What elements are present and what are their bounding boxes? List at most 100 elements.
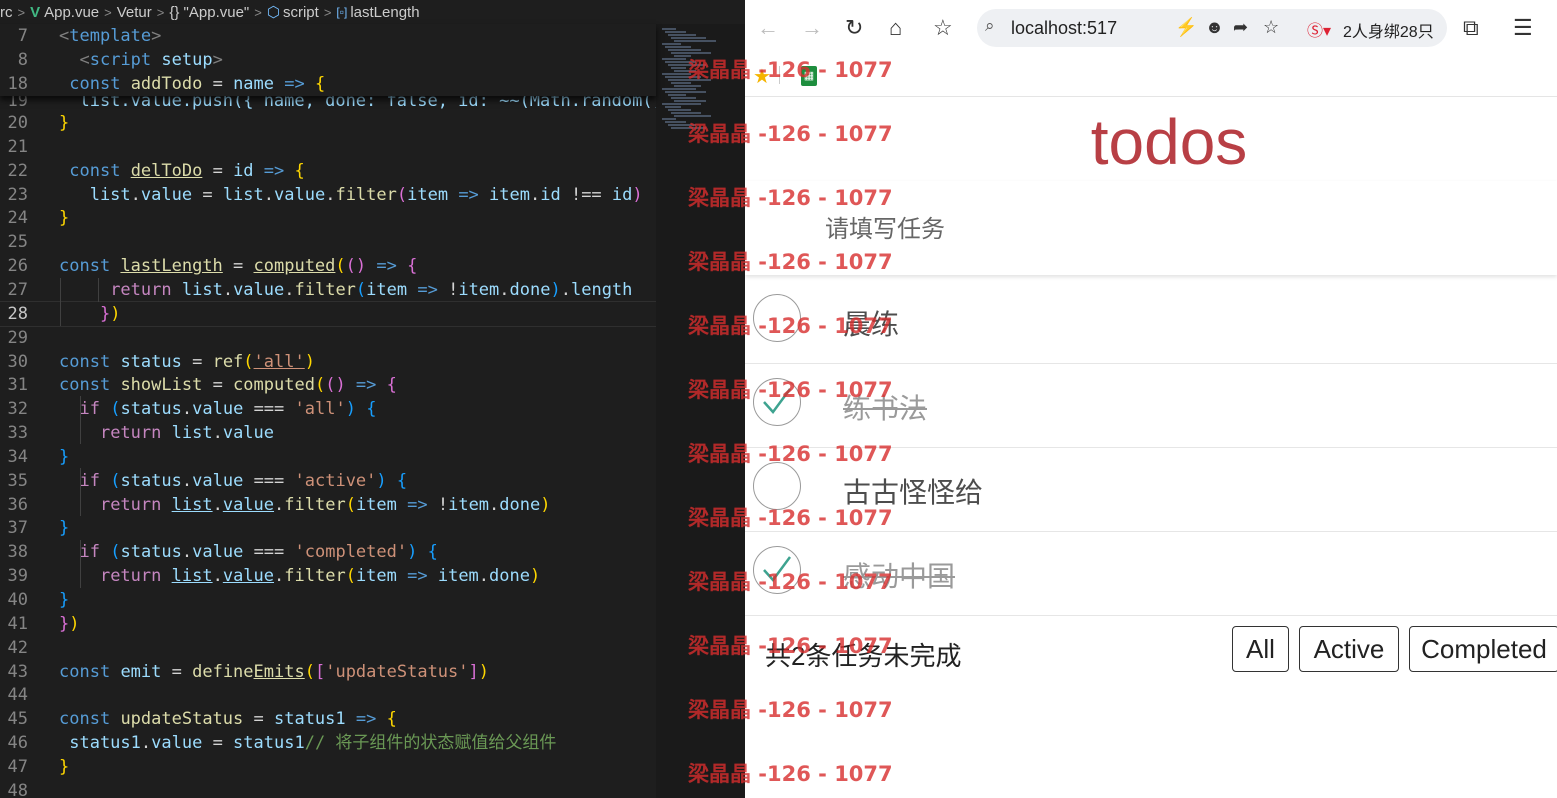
menu-icon[interactable]: ☰	[1513, 14, 1533, 42]
minimap-line	[668, 34, 696, 36]
todo-label[interactable]: 练书法	[843, 387, 927, 427]
code-line[interactable]: 8 <script setup>	[0, 48, 656, 72]
home-icon[interactable]: ⌂	[889, 14, 902, 42]
code-line[interactable]: 23 list.value = list.value.filter(item =…	[0, 183, 656, 207]
code-token: computed	[233, 375, 315, 396]
back-arrow-icon[interactable]: ←	[757, 14, 779, 42]
code-line[interactable]: 42	[0, 636, 656, 660]
code-line[interactable]: 18 const addTodo = name => {	[0, 72, 656, 96]
code-line[interactable]: 25	[0, 230, 656, 254]
breadcrumb-item[interactable]: rc	[0, 4, 13, 21]
todo-checkbox[interactable]	[753, 462, 801, 510]
code-token: =	[161, 661, 193, 682]
code-text: const status = ref('all')	[59, 350, 315, 374]
code-line[interactable]: 38 if (status.value === 'completed') {	[0, 540, 656, 564]
code-editor[interactable]: rc > V App.vue > Vetur > {} "App.vue" > …	[0, 0, 745, 798]
code-token: if	[79, 542, 100, 563]
sheets-icon[interactable]: ▦	[801, 66, 817, 86]
code-token: .	[560, 279, 571, 300]
minimap-line	[671, 127, 706, 129]
code-line[interactable]: 29	[0, 326, 656, 350]
todo-checkbox[interactable]	[753, 378, 801, 426]
code-line[interactable]: 39 return list.value.filter(item => item…	[0, 564, 656, 588]
code-line[interactable]: 35 if (status.value === 'active') {	[0, 469, 656, 493]
code-token: )	[69, 613, 80, 634]
sogou-icon[interactable]: Ⓢ▾	[1307, 17, 1331, 41]
code-token: item	[355, 566, 397, 587]
code-token: (	[325, 375, 336, 396]
filter-active-button[interactable]: Active	[1299, 626, 1399, 672]
puzzle-icon[interactable]: ⧉	[1463, 14, 1479, 42]
bookmark-star-icon[interactable]: ☆	[933, 14, 953, 42]
todo-item[interactable]: 练书法	[745, 363, 1557, 448]
lightning-icon[interactable]: ⚡	[1175, 17, 1197, 38]
minimap-line	[665, 31, 686, 33]
code-line[interactable]: 24}	[0, 206, 656, 230]
line-number: 44	[7, 685, 28, 706]
code-token: .	[222, 279, 234, 300]
code-line[interactable]: 47}	[0, 755, 656, 779]
breadcrumb-item[interactable]: lastLength	[350, 4, 419, 21]
code-line[interactable]: 41})	[0, 612, 656, 636]
code-line[interactable]: 22 const delToDo = id => {	[0, 159, 656, 183]
code-line[interactable]: 44	[0, 683, 656, 707]
code-line[interactable]: 30 const status = ref('all')	[0, 350, 656, 374]
code-line[interactable]: 26 const lastLength = computed(() => {	[0, 254, 656, 278]
todo-label[interactable]: 晨练	[843, 303, 899, 343]
reload-icon[interactable]: ↻	[845, 14, 863, 42]
code-line[interactable]: 36 return list.value.filter(item => !ite…	[0, 493, 656, 517]
todo-checkbox[interactable]	[753, 546, 801, 594]
star-icon[interactable]: ★	[753, 64, 771, 89]
todo-item[interactable]: 古古怪怪给	[745, 447, 1557, 532]
breadcrumb-item[interactable]: Vetur	[117, 4, 152, 21]
breadcrumb-item[interactable]: App.vue	[44, 4, 99, 21]
code-line[interactable]: 31 const showList = computed(() => {	[0, 373, 656, 397]
code-token: emit	[120, 661, 162, 682]
sticky-scroll[interactable]: 7 <template> 8 <script setup> 18 const addT…	[0, 24, 656, 96]
todo-item[interactable]: 晨练	[745, 279, 1557, 364]
minimap-line	[674, 55, 691, 57]
minimap-line	[662, 58, 686, 60]
code-line[interactable]: 40}	[0, 588, 656, 612]
line-number: 37	[7, 518, 28, 539]
todo-label[interactable]: 感动中国	[843, 555, 955, 595]
code-line[interactable]: 34}	[0, 445, 656, 469]
todo-checkbox[interactable]	[753, 294, 801, 342]
code-token: .	[529, 184, 541, 205]
extension-face-icon[interactable]: ☻	[1205, 17, 1224, 38]
minimap[interactable]	[656, 24, 745, 798]
code-token: .	[212, 423, 223, 444]
code-line[interactable]: 20}	[0, 111, 656, 135]
code-line[interactable]: 45 const updateStatus = status1 => {	[0, 707, 656, 731]
filter-completed-button[interactable]: Completed	[1409, 626, 1557, 672]
code-line[interactable]: 48	[0, 779, 656, 798]
breadcrumb-item[interactable]: script	[283, 4, 319, 21]
todo-item[interactable]: 感动中国	[745, 531, 1557, 616]
code-token: done	[489, 566, 530, 587]
code-line[interactable]: 43 const emit = defineEmits(['updateStatu…	[0, 660, 656, 684]
address-bar[interactable]: ⌕ localhost:517 ⚡ ☻ ➦ ☆ Ⓢ▾ 2人身绑28只	[977, 9, 1447, 47]
code-line[interactable]: 37}	[0, 516, 656, 540]
code-token: value	[151, 733, 203, 754]
breadcrumb-item[interactable]: {} "App.vue"	[169, 4, 249, 21]
minimap-line	[674, 40, 716, 42]
code-token: return	[99, 494, 162, 515]
code-line[interactable]: 28 })	[0, 302, 656, 326]
code-line[interactable]: 33 return list.value	[0, 421, 656, 445]
share-icon[interactable]: ➦	[1233, 17, 1248, 38]
code-line[interactable]: 46 status1.value = status1// 将子组件的状态赋值给父…	[0, 731, 656, 755]
new-todo-input[interactable]	[823, 211, 1477, 249]
code-line[interactable]: 21	[0, 135, 656, 159]
favorites-icon[interactable]: ☆	[1263, 17, 1279, 38]
forward-arrow-icon[interactable]: →	[801, 14, 823, 42]
code-line[interactable]: 32 if (status.value === 'all') {	[0, 397, 656, 421]
code-line[interactable]: 7 <template>	[0, 24, 656, 48]
todo-label[interactable]: 古古怪怪给	[843, 471, 983, 511]
url-text[interactable]: localhost:517	[1011, 18, 1117, 39]
filter-all-button[interactable]: All	[1232, 626, 1289, 672]
code-token: {	[314, 74, 326, 94]
code-token: .	[489, 494, 500, 515]
